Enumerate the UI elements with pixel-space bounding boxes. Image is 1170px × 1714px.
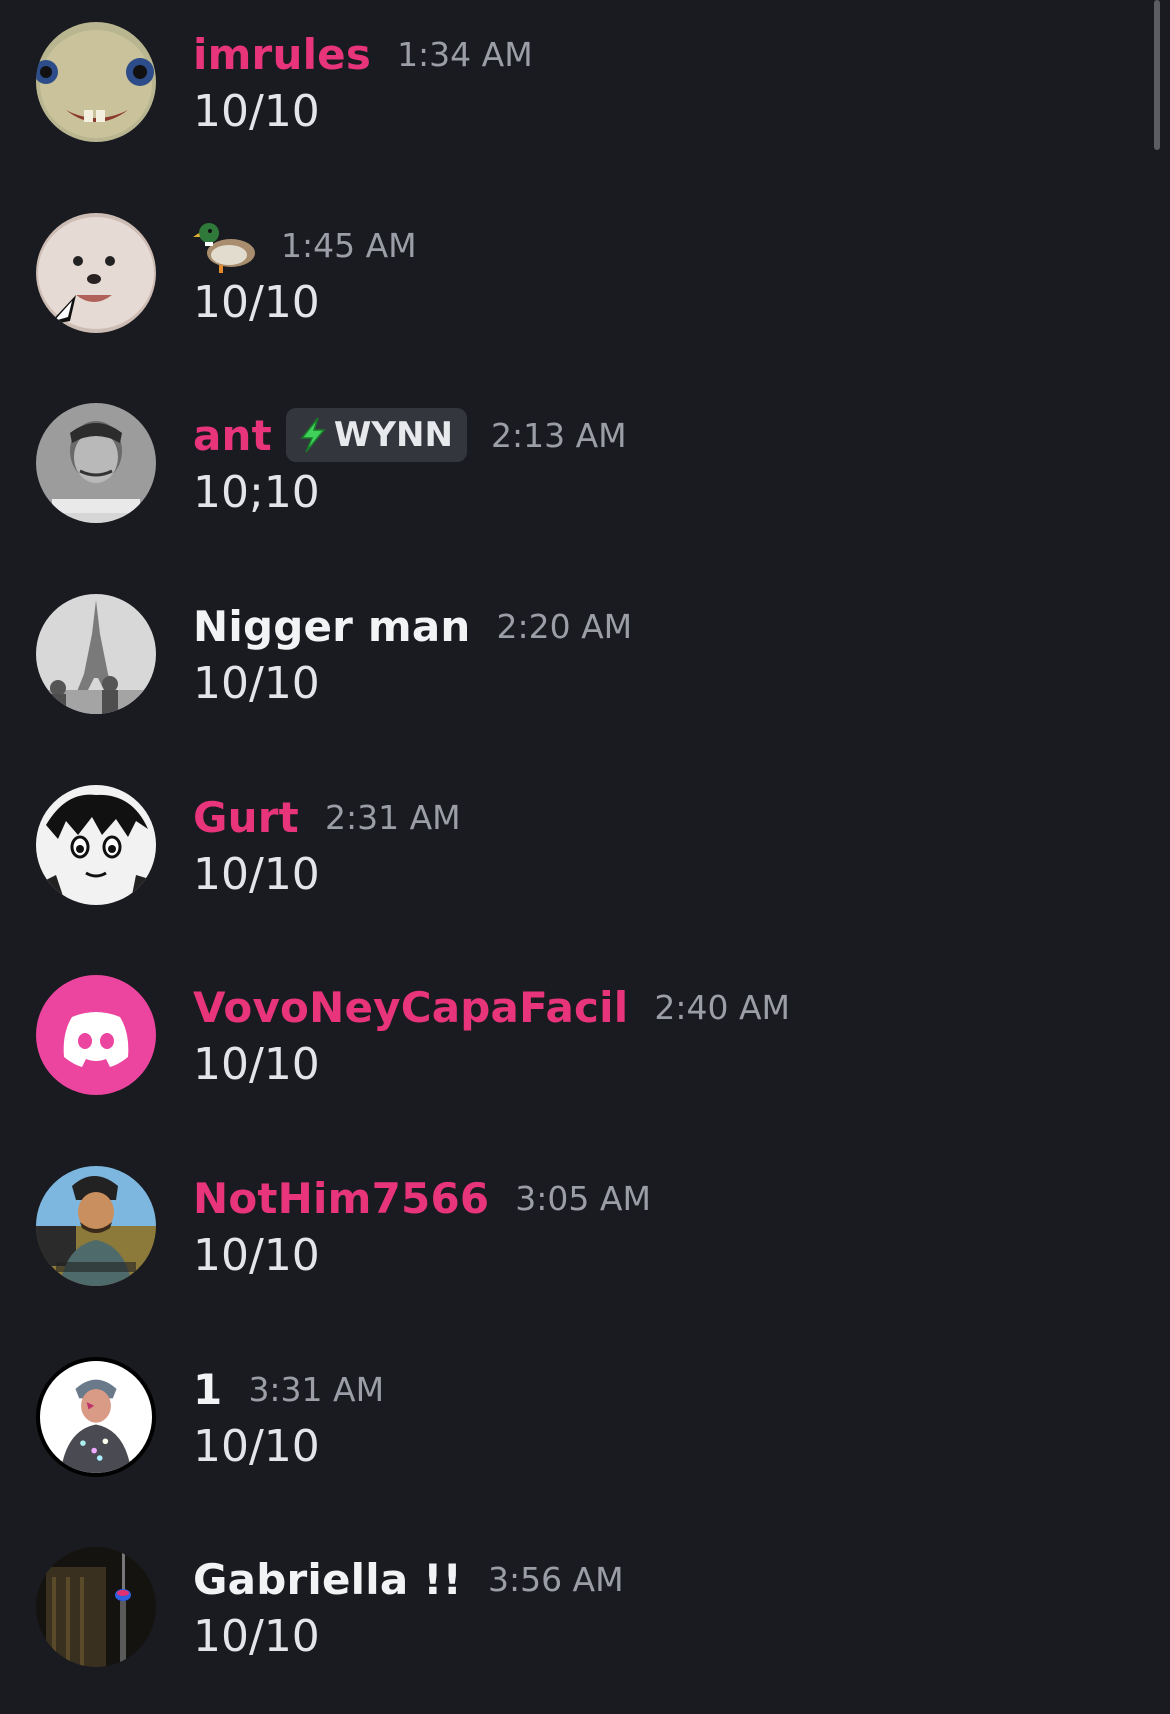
message-text: 10/10	[193, 658, 320, 709]
guild-tag-label: WYNN	[333, 415, 453, 455]
message-text: 10/10	[193, 86, 320, 137]
username[interactable]: Gabriella !!	[193, 1555, 462, 1604]
manga-avatar[interactable]	[36, 785, 156, 905]
username[interactable]: imrules	[193, 30, 371, 79]
message-text: 10/10	[193, 277, 320, 328]
username[interactable]: ant	[193, 411, 272, 460]
timestamp: 1:34 AM	[397, 34, 533, 74]
username[interactable]: NotHim7566	[193, 1174, 489, 1223]
timestamp: 2:31 AM	[324, 797, 461, 837]
duck-emoji-icon	[193, 215, 257, 275]
eiffel-tower-avatar[interactable]	[36, 594, 156, 714]
timestamp: 2:20 AM	[496, 606, 633, 646]
message-item[interactable]: 1 3:31 AM 10/10	[0, 1335, 1150, 1485]
rabbid-avatar[interactable]	[36, 22, 156, 142]
timestamp: 3:56 AM	[487, 1559, 624, 1599]
message-text: 10/10	[193, 1611, 320, 1662]
scrollbar[interactable]	[1154, 0, 1160, 150]
timestamp: 2:40 AM	[654, 987, 790, 1027]
message-text: 10/10	[193, 1039, 320, 1090]
message-item[interactable]: 1:45 AM 10/10	[0, 191, 1150, 341]
message-item[interactable]: Gurt 2:31 AM 10/10	[0, 763, 1150, 913]
discord-default-avatar[interactable]	[36, 975, 156, 1095]
discord-logo-icon	[63, 1012, 129, 1067]
dog-avatar[interactable]	[36, 213, 156, 333]
message-item[interactable]: NotHim7566 3:05 AM 10/10	[0, 1144, 1150, 1294]
username[interactable]: Gurt	[193, 793, 299, 842]
message-item[interactable]: ant WYNN 2:13 AM 10;10	[0, 381, 1150, 531]
cartoon-avatar[interactable]	[36, 1166, 156, 1286]
message-text: 10;10	[193, 467, 320, 518]
username[interactable]: Nigger man	[193, 602, 471, 651]
lightning-icon	[300, 417, 326, 453]
username[interactable]: 1	[193, 1365, 222, 1414]
message-item[interactable]: Gabriella !! 3:56 AM 10/10	[0, 1525, 1150, 1675]
message-item[interactable]: VovoNeyCapaFacil 2:40 AM 10/10	[0, 953, 1150, 1103]
guild-tag[interactable]: WYNN	[285, 408, 467, 462]
timestamp: 2:13 AM	[490, 415, 627, 455]
message-text: 10/10	[193, 849, 320, 900]
timestamp: 3:05 AM	[515, 1178, 651, 1218]
timestamp: 1:45 AM	[281, 225, 417, 265]
message-item[interactable]: imrules 1:34 AM 10/10	[0, 0, 1150, 150]
username[interactable]: VovoNeyCapaFacil	[193, 983, 628, 1032]
message-text: 10/10	[193, 1421, 320, 1472]
fortnite-avatar[interactable]	[36, 1357, 156, 1477]
message-text: 10/10	[193, 1230, 320, 1281]
timestamp: 3:31 AM	[248, 1369, 385, 1409]
mugshot-avatar[interactable]	[36, 403, 156, 523]
tower-night-avatar[interactable]	[36, 1547, 156, 1667]
message-item[interactable]: Nigger man 2:20 AM 10/10	[0, 572, 1150, 722]
